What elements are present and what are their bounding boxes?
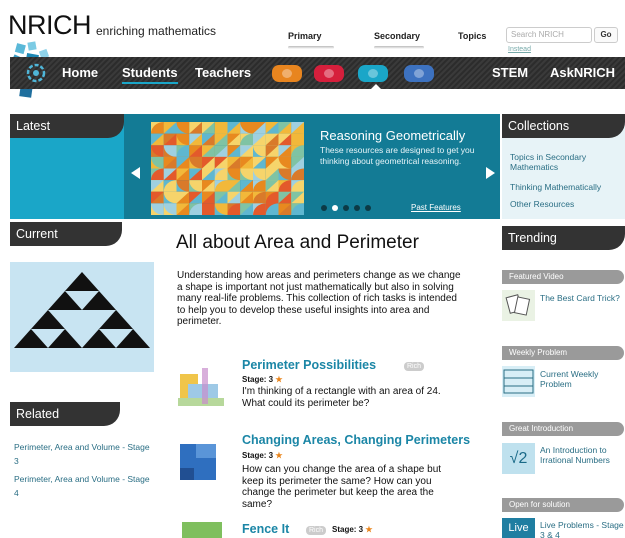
- trending-label-open-for-solution: Open for solution: [502, 498, 624, 512]
- main-navbar: Home Students Teachers STEM AskNRICH: [10, 57, 625, 89]
- intro-paragraph: Understanding how areas and perimeters c…: [177, 270, 461, 327]
- tab-primary-label: Primary: [288, 31, 322, 41]
- task-perimeter-possibilities-desc: I'm thinking of a rectangle with an area…: [242, 386, 441, 409]
- brand-name[interactable]: NRICH: [8, 10, 92, 41]
- carousel-dot[interactable]: [343, 205, 349, 211]
- tab-secondary-underline: [374, 46, 424, 49]
- sierpinski-triangle-image[interactable]: [10, 262, 154, 372]
- task-perimeter-possibilities-tag: Rich: [404, 362, 425, 371]
- trending-live-problems-link[interactable]: Live Problems - Stage 3 & 4: [540, 520, 624, 538]
- stage-label: Stage: 3: [332, 525, 364, 534]
- stage-label: Stage: 3: [242, 451, 274, 460]
- trending-label-featured-video: Featured Video: [502, 270, 624, 284]
- task-perimeter-possibilities-title[interactable]: Perimeter Possibilities: [242, 358, 376, 372]
- trending-weekly-problem-link[interactable]: Current Weekly Problem: [540, 369, 624, 389]
- collections-header: Collections: [502, 114, 625, 138]
- live-problems-icon[interactable]: Live: [502, 518, 535, 538]
- past-features-link[interactable]: Past Features: [411, 203, 461, 212]
- carousel-dots: [321, 205, 371, 211]
- star-icon: ★: [365, 525, 373, 534]
- nrich-swirl-icon: [26, 63, 46, 83]
- related-link-stage3[interactable]: Perimeter, Area and Volume - Stage 3: [14, 440, 156, 468]
- task-changing-areas-desc: How can you change the area of a shape b…: [242, 464, 442, 510]
- trending-label-weekly-problem: Weekly Problem: [502, 346, 624, 360]
- nav-students[interactable]: Students: [122, 65, 178, 84]
- card-trick-thumb[interactable]: [502, 290, 535, 321]
- trending-card-trick-link[interactable]: The Best Card Trick?: [540, 293, 624, 303]
- trending-label-great-introduction: Great Introduction: [502, 422, 624, 436]
- teal-category-icon[interactable]: [358, 65, 388, 82]
- feature-description: These resources are designed to get you …: [320, 145, 475, 166]
- task-perimeter-possibilities-stage: Stage: 3 ★: [242, 375, 283, 384]
- topics-link[interactable]: Topics: [458, 31, 486, 41]
- nav-stem[interactable]: STEM: [492, 65, 528, 80]
- tab-secondary[interactable]: Secondary: [374, 31, 424, 49]
- changing-areas-thumb[interactable]: [176, 438, 226, 486]
- blue-category-icon[interactable]: [404, 65, 434, 82]
- carousel-prev-arrow[interactable]: [131, 167, 140, 179]
- tab-secondary-label: Secondary: [374, 31, 421, 41]
- current-header: Current: [10, 222, 122, 246]
- task-changing-areas-title-text: Changing Areas, Changing Perimeters: [242, 433, 471, 447]
- carousel-dot[interactable]: [365, 205, 371, 211]
- related-header: Related: [10, 402, 120, 426]
- trending-header: Trending: [502, 226, 625, 250]
- collection-link-thinking[interactable]: Thinking Mathematically: [510, 182, 622, 192]
- carousel-dot[interactable]: [321, 205, 327, 211]
- red-category-icon[interactable]: [314, 65, 344, 82]
- task-fence-it-title[interactable]: Fence It: [242, 522, 289, 536]
- task-fence-it-stage: Stage: 3 ★: [332, 525, 373, 534]
- weekly-problem-thumb[interactable]: [502, 366, 535, 397]
- perimeter-possibilities-thumb[interactable]: [176, 360, 226, 408]
- nav-active-caret: [370, 84, 382, 90]
- trending-irrational-link[interactable]: An Introduction to Irrational Numbers: [540, 445, 624, 465]
- task-fence-it-tag: Rich: [306, 526, 327, 535]
- fence-it-thumb[interactable]: [176, 518, 226, 538]
- carousel-next-arrow[interactable]: [486, 167, 495, 179]
- page-title: All about Area and Perimeter: [176, 232, 419, 253]
- stage-label: Stage: 3: [242, 375, 274, 384]
- nav-asknrich[interactable]: AskNRICH: [550, 65, 615, 80]
- search-go-button[interactable]: Go: [594, 27, 618, 43]
- brand-tagline: enriching mathematics: [96, 24, 217, 38]
- task-changing-areas-stage: Stage: 3 ★: [242, 451, 283, 460]
- orange-category-icon[interactable]: [272, 65, 302, 82]
- latest-header: Latest: [10, 114, 124, 138]
- star-icon: ★: [275, 451, 283, 460]
- nav-teachers[interactable]: Teachers: [195, 65, 251, 80]
- feature-mosaic-image[interactable]: [151, 122, 304, 215]
- irrational-sqrt-icon[interactable]: √2: [502, 443, 535, 474]
- nav-home[interactable]: Home: [62, 65, 98, 80]
- related-link-stage4[interactable]: Perimeter, Area and Volume - Stage 4: [14, 472, 156, 500]
- feature-title[interactable]: Reasoning Geometrically: [320, 128, 465, 143]
- search-sublink[interactable]: Instead: [508, 46, 531, 53]
- carousel-dot[interactable]: [332, 205, 338, 211]
- star-icon: ★: [275, 375, 283, 384]
- collection-link-other[interactable]: Other Resources: [510, 199, 622, 209]
- tab-primary[interactable]: Primary: [288, 31, 334, 49]
- task-changing-areas-title[interactable]: Changing Areas, Changing Perimeters Stag…: [242, 433, 472, 461]
- tab-primary-underline: [288, 46, 334, 49]
- carousel-dot[interactable]: [354, 205, 360, 211]
- collection-link-topics[interactable]: Topics in Secondary Mathematics: [510, 152, 622, 172]
- search-input[interactable]: Search NRICH: [506, 27, 592, 43]
